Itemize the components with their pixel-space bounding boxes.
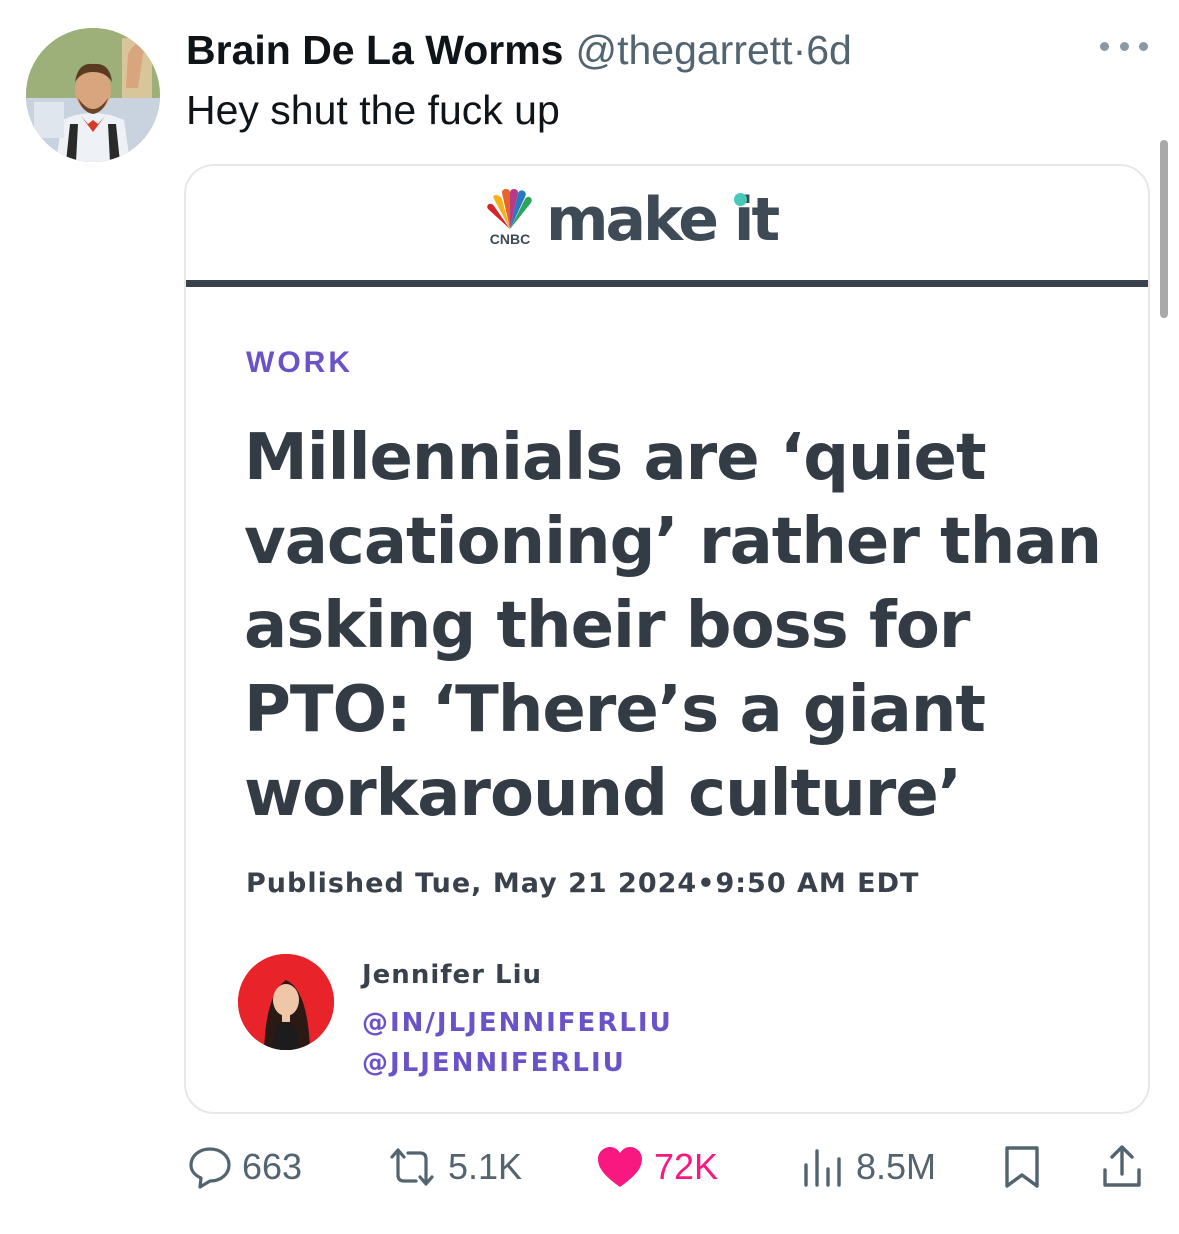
like-button[interactable]: 72K: [596, 1142, 718, 1192]
reply-button[interactable]: 663: [188, 1142, 302, 1192]
display-name[interactable]: Brain De La Worms: [186, 27, 563, 73]
reply-count: 663: [242, 1146, 303, 1187]
like-count: 72K: [654, 1146, 719, 1187]
card-divider: [186, 280, 1148, 287]
make-it-wordmark: make it: [546, 185, 780, 255]
reply-icon: [188, 1145, 232, 1189]
author-linkedin-link[interactable]: @IN/JLJENNIFERLIU: [362, 1008, 673, 1038]
bookmark-icon: [1002, 1144, 1042, 1190]
views-button[interactable]: 8.5M: [800, 1142, 936, 1192]
user-handle[interactable]: @thegarrett: [575, 27, 792, 73]
author-avatar: [238, 954, 334, 1050]
author-name: Jennifer Liu: [362, 960, 543, 990]
timestamp[interactable]: 6d: [806, 27, 852, 73]
scrollbar[interactable]: [1160, 140, 1168, 318]
views-count: 8.5M: [856, 1146, 937, 1187]
article-headline: Millennials are ‘quiet vacationing’ rath…: [244, 421, 1102, 831]
published-date: Published Tue, May 21 2024•9:50 AM EDT: [246, 868, 920, 899]
brand-dot: [734, 193, 747, 206]
retweet-count: 5.1K: [448, 1146, 523, 1187]
retweet-button[interactable]: 5.1K: [386, 1142, 522, 1192]
user-avatar[interactable]: [26, 28, 160, 162]
brand-logo: CNBC make it: [480, 180, 780, 260]
separator-dot: ·: [792, 27, 807, 73]
share-button[interactable]: [1100, 1142, 1144, 1192]
cnbc-wordmark: CNBC: [489, 231, 531, 247]
like-icon: [596, 1145, 644, 1189]
tweet-text: Hey shut the fuck up: [186, 87, 560, 133]
retweet-icon: [386, 1145, 438, 1189]
tweet-header: Brain De La Worms @thegarrett·6d: [186, 26, 852, 74]
link-card[interactable]: CNBC make it WORK Millennials are ‘quiet…: [184, 164, 1150, 1114]
more-icon[interactable]: [1100, 34, 1148, 58]
tweet: Brain De La Worms @thegarrett·6d Hey shut…: [0, 0, 1179, 1234]
views-icon: [800, 1145, 846, 1189]
share-icon: [1100, 1144, 1144, 1190]
action-bar: 663 5.1K 72K 8.5M: [0, 1142, 1179, 1192]
bookmark-button[interactable]: [1002, 1142, 1042, 1192]
author-twitter-link[interactable]: @JLJENNIFERLIU: [362, 1048, 626, 1078]
peacock-icon: CNBC: [480, 189, 540, 251]
section-label: WORK: [246, 346, 353, 379]
